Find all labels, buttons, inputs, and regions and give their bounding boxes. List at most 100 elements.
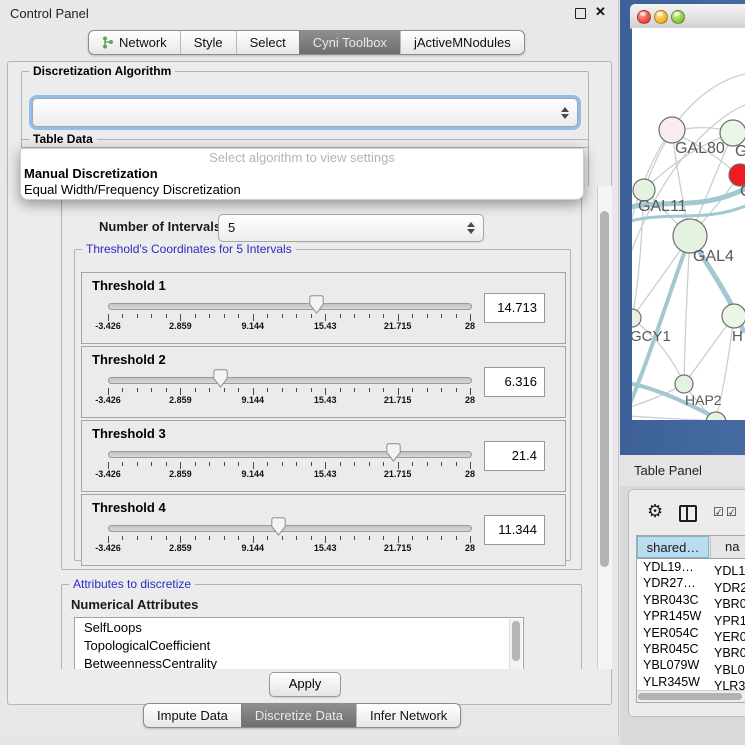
- table-panel-dock: ⚙ ☑ ☑ shared… na YDL19…YDL1YDR27…YDR2YBR…: [620, 486, 745, 745]
- select-none-checkbox-icon[interactable]: ☑: [726, 505, 737, 519]
- bottom-tab-infer-network[interactable]: Infer Network: [356, 704, 460, 727]
- tab-style[interactable]: Style: [180, 31, 236, 54]
- minor-tick: [282, 388, 283, 392]
- threshold-value-field[interactable]: 21.4: [484, 441, 545, 471]
- major-tick: [470, 462, 471, 469]
- group-title-attributes: Attributes to discretize: [69, 577, 195, 591]
- dropdown-option-equal-width[interactable]: Equal Width/Frequency Discretization: [21, 182, 583, 198]
- apply-button[interactable]: Apply: [269, 672, 341, 697]
- threshold-value-field[interactable]: 14.713: [484, 293, 545, 323]
- settings-scroll-viewport: Interval Definition Number of Intervals …: [23, 186, 595, 669]
- threshold-block-3: Threshold 3-3.4262.8599.14415.4321.71528…: [81, 420, 566, 492]
- attributes-scrollbar[interactable]: [509, 619, 522, 669]
- cell-shared-name: YBR043C: [637, 592, 709, 608]
- network-edge: [684, 236, 690, 383]
- float-window-icon[interactable]: [575, 8, 586, 19]
- numerical-attributes-list[interactable]: SelfLoopsTopologicalCoefficientBetweenne…: [74, 617, 524, 669]
- settings-scrollbar-thumb[interactable]: [600, 211, 609, 567]
- close-icon[interactable]: ✕: [595, 4, 606, 20]
- screen: Control Panel ✕ NetworkStyleSelectCyni T…: [0, 0, 745, 745]
- slider-thumb[interactable]: [271, 517, 286, 536]
- table-row[interactable]: YPR145WYPR1: [637, 608, 745, 624]
- minor-tick: [238, 536, 239, 540]
- table-row[interactable]: YLR345WYLR3: [637, 674, 745, 690]
- tick-label: 9.144: [242, 321, 265, 331]
- group-title-thresholds: Threshold's Coordinates for 5 Intervals: [82, 242, 296, 256]
- slider-track[interactable]: [108, 451, 472, 458]
- minor-tick: [267, 536, 268, 540]
- bottom-tab-impute-data[interactable]: Impute Data: [144, 704, 241, 727]
- cell-shared-name: YLR345W: [637, 674, 709, 690]
- column-header-shared-name[interactable]: shared…: [637, 536, 709, 558]
- minor-tick: [456, 462, 457, 466]
- network-canvas[interactable]: GAL80GACGAL11GAL4GCY1HHAP2: [632, 28, 745, 420]
- tab-select[interactable]: Select: [236, 31, 299, 54]
- minor-tick: [122, 536, 123, 540]
- zoom-traffic-light-icon[interactable]: [671, 10, 685, 24]
- major-tick: [470, 536, 471, 543]
- column-header-name[interactable]: na: [710, 536, 745, 558]
- group-title-discretization-algorithm: Discretization Algorithm: [29, 64, 175, 78]
- select-all-checkbox-icon[interactable]: ☑: [713, 505, 724, 519]
- minimize-traffic-light-icon[interactable]: [654, 10, 668, 24]
- threshold-value-field[interactable]: 6.316: [484, 367, 545, 397]
- slider-track[interactable]: [108, 377, 472, 384]
- minor-tick: [151, 388, 152, 392]
- network-node[interactable]: [722, 304, 745, 328]
- table-row[interactable]: YDL19…YDL1: [637, 559, 745, 575]
- slider-track[interactable]: [108, 303, 472, 310]
- tick-label: 21.715: [384, 321, 412, 331]
- network-edge: [632, 416, 715, 420]
- tab-cyni-toolbox[interactable]: Cyni Toolbox: [299, 31, 400, 54]
- settings-scrollbar[interactable]: [597, 186, 612, 669]
- table-row[interactable]: YER054CYER0: [637, 625, 745, 641]
- tick-label: 21.715: [384, 395, 412, 405]
- table-row[interactable]: YDR27…YDR2: [637, 575, 745, 591]
- network-node[interactable]: [675, 375, 693, 393]
- algorithm-combobox[interactable]: [32, 98, 578, 127]
- major-tick: [180, 462, 181, 469]
- major-tick: [180, 314, 181, 321]
- tab-label: Discretize Data: [255, 708, 343, 723]
- tab-jactivemnodules[interactable]: jActiveMNodules: [400, 31, 524, 54]
- slider-track[interactable]: [108, 525, 472, 532]
- tab-network[interactable]: Network: [89, 31, 180, 54]
- table-row[interactable]: YBR043CYBR0: [637, 592, 745, 608]
- tab-label: Cyni Toolbox: [313, 35, 387, 50]
- attribute-item[interactable]: TopologicalCoefficient: [75, 636, 523, 654]
- minor-tick: [209, 388, 210, 392]
- table-row[interactable]: YBR045CYBR0: [637, 641, 745, 657]
- minor-tick: [427, 388, 428, 392]
- gear-icon[interactable]: ⚙: [647, 502, 663, 520]
- minor-tick: [122, 462, 123, 466]
- tick-label: 2.859: [169, 543, 192, 553]
- close-traffic-light-icon[interactable]: [637, 10, 651, 24]
- major-tick: [325, 536, 326, 543]
- bottom-tab-discretize-data[interactable]: Discretize Data: [241, 704, 356, 727]
- tick-label: 28: [465, 321, 475, 331]
- threshold-block-2: Threshold 2-3.4262.8599.14415.4321.71528…: [81, 346, 566, 418]
- table-row[interactable]: YBL079WYBL0: [637, 657, 745, 673]
- minor-tick: [383, 388, 384, 392]
- threshold-value-field[interactable]: 11.344: [484, 515, 545, 545]
- slider-thumb[interactable]: [213, 369, 228, 388]
- attribute-item[interactable]: BetweennessCentrality: [75, 654, 523, 669]
- node-label: GAL80: [675, 140, 725, 157]
- attribute-items: SelfLoopsTopologicalCoefficientBetweenne…: [75, 618, 523, 669]
- minor-tick: [282, 314, 283, 318]
- minor-tick: [209, 462, 210, 466]
- columns-icon[interactable]: [679, 505, 697, 522]
- cell-shared-name: YBL079W: [637, 657, 709, 673]
- attribute-item[interactable]: SelfLoops: [75, 618, 523, 636]
- minor-tick: [122, 314, 123, 318]
- major-tick: [180, 536, 181, 543]
- minor-tick: [383, 314, 384, 318]
- minor-tick: [441, 388, 442, 392]
- minor-tick: [224, 314, 225, 318]
- num-intervals-combobox[interactable]: 5: [218, 214, 484, 242]
- table-horizontal-scrollbar[interactable]: [637, 690, 745, 702]
- slider-thumb[interactable]: [309, 295, 324, 314]
- slider-thumb[interactable]: [386, 443, 401, 462]
- dropdown-option-manual-discretization[interactable]: Manual Discretization: [21, 166, 583, 182]
- minor-tick: [412, 462, 413, 466]
